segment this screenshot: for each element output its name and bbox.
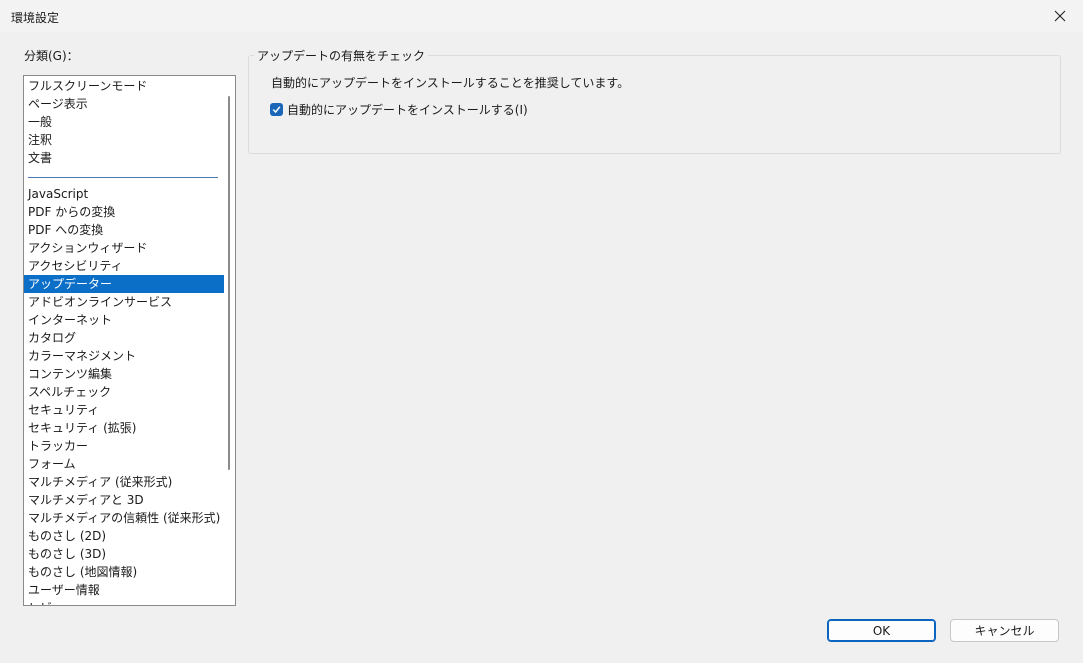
category-item[interactable]: トラッカー <box>24 437 224 455</box>
category-item[interactable]: アクセシビリティ <box>24 257 224 275</box>
list-scrollbar[interactable] <box>224 76 235 605</box>
category-item[interactable]: ものさし (3D) <box>24 545 224 563</box>
category-item[interactable]: レビュー <box>24 599 224 605</box>
category-item[interactable]: マルチメディアと 3D <box>24 491 224 509</box>
category-item[interactable]: フォーム <box>24 455 224 473</box>
update-description: 自動的にアップデートをインストールすることを推奨しています。 <box>271 76 630 90</box>
close-button[interactable] <box>1037 0 1083 32</box>
ok-button[interactable]: OK <box>827 619 936 642</box>
category-item[interactable]: JavaScript <box>24 185 224 203</box>
category-item[interactable]: マルチメディアの信頼性 (従来形式) <box>24 509 224 527</box>
list-separator <box>24 167 224 185</box>
category-item[interactable]: 一般 <box>24 113 224 131</box>
auto-install-checkbox[interactable] <box>270 103 283 116</box>
category-item[interactable]: ユーザー情報 <box>24 581 224 599</box>
group-title: アップデートの有無をチェック <box>254 47 429 64</box>
close-icon <box>1054 10 1066 22</box>
category-item[interactable]: アクションウィザード <box>24 239 224 257</box>
category-item[interactable]: インターネット <box>24 311 224 329</box>
category-label: 分類(G)： <box>24 49 79 63</box>
category-list[interactable]: フルスクリーンモード ページ表示 一般 注釈 文書 JavaScript PDF からの変換… <box>23 75 236 606</box>
category-item[interactable]: ものさし (2D) <box>24 527 224 545</box>
window-title: 環境設定 <box>11 11 60 25</box>
auto-install-label: 自動的にアップデートをインストールする(I) <box>287 103 528 117</box>
category-item[interactable]: PDF からの変換 <box>24 203 224 221</box>
checkmark-icon <box>272 106 281 114</box>
category-item[interactable]: フルスクリーンモード <box>24 77 224 95</box>
cancel-button[interactable]: キャンセル <box>950 619 1059 642</box>
category-item[interactable]: ものさし (地図情報) <box>24 563 224 581</box>
category-item[interactable]: アドビオンラインサービス <box>24 293 224 311</box>
category-item[interactable]: PDF への変換 <box>24 221 224 239</box>
category-item[interactable]: スペルチェック <box>24 383 224 401</box>
category-item[interactable]: カタログ <box>24 329 224 347</box>
auto-install-option[interactable]: 自動的にアップデートをインストールする(I) <box>270 101 528 118</box>
category-item[interactable]: アップデーター <box>24 275 224 293</box>
category-item[interactable]: コンテンツ編集 <box>24 365 224 383</box>
category-item[interactable]: カラーマネジメント <box>24 347 224 365</box>
category-item[interactable]: 文書 <box>24 149 224 167</box>
scrollbar-thumb[interactable] <box>228 96 230 470</box>
category-list-items: フルスクリーンモード ページ表示 一般 注釈 文書 JavaScript PDF からの変換… <box>24 77 224 605</box>
category-item[interactable]: ページ表示 <box>24 95 224 113</box>
category-item[interactable]: セキュリティ (拡張) <box>24 419 224 437</box>
category-item[interactable]: マルチメディア (従来形式) <box>24 473 224 491</box>
title-bar: 環境設定 <box>0 0 1083 32</box>
category-item[interactable]: セキュリティ <box>24 401 224 419</box>
category-item[interactable]: 注釈 <box>24 131 224 149</box>
